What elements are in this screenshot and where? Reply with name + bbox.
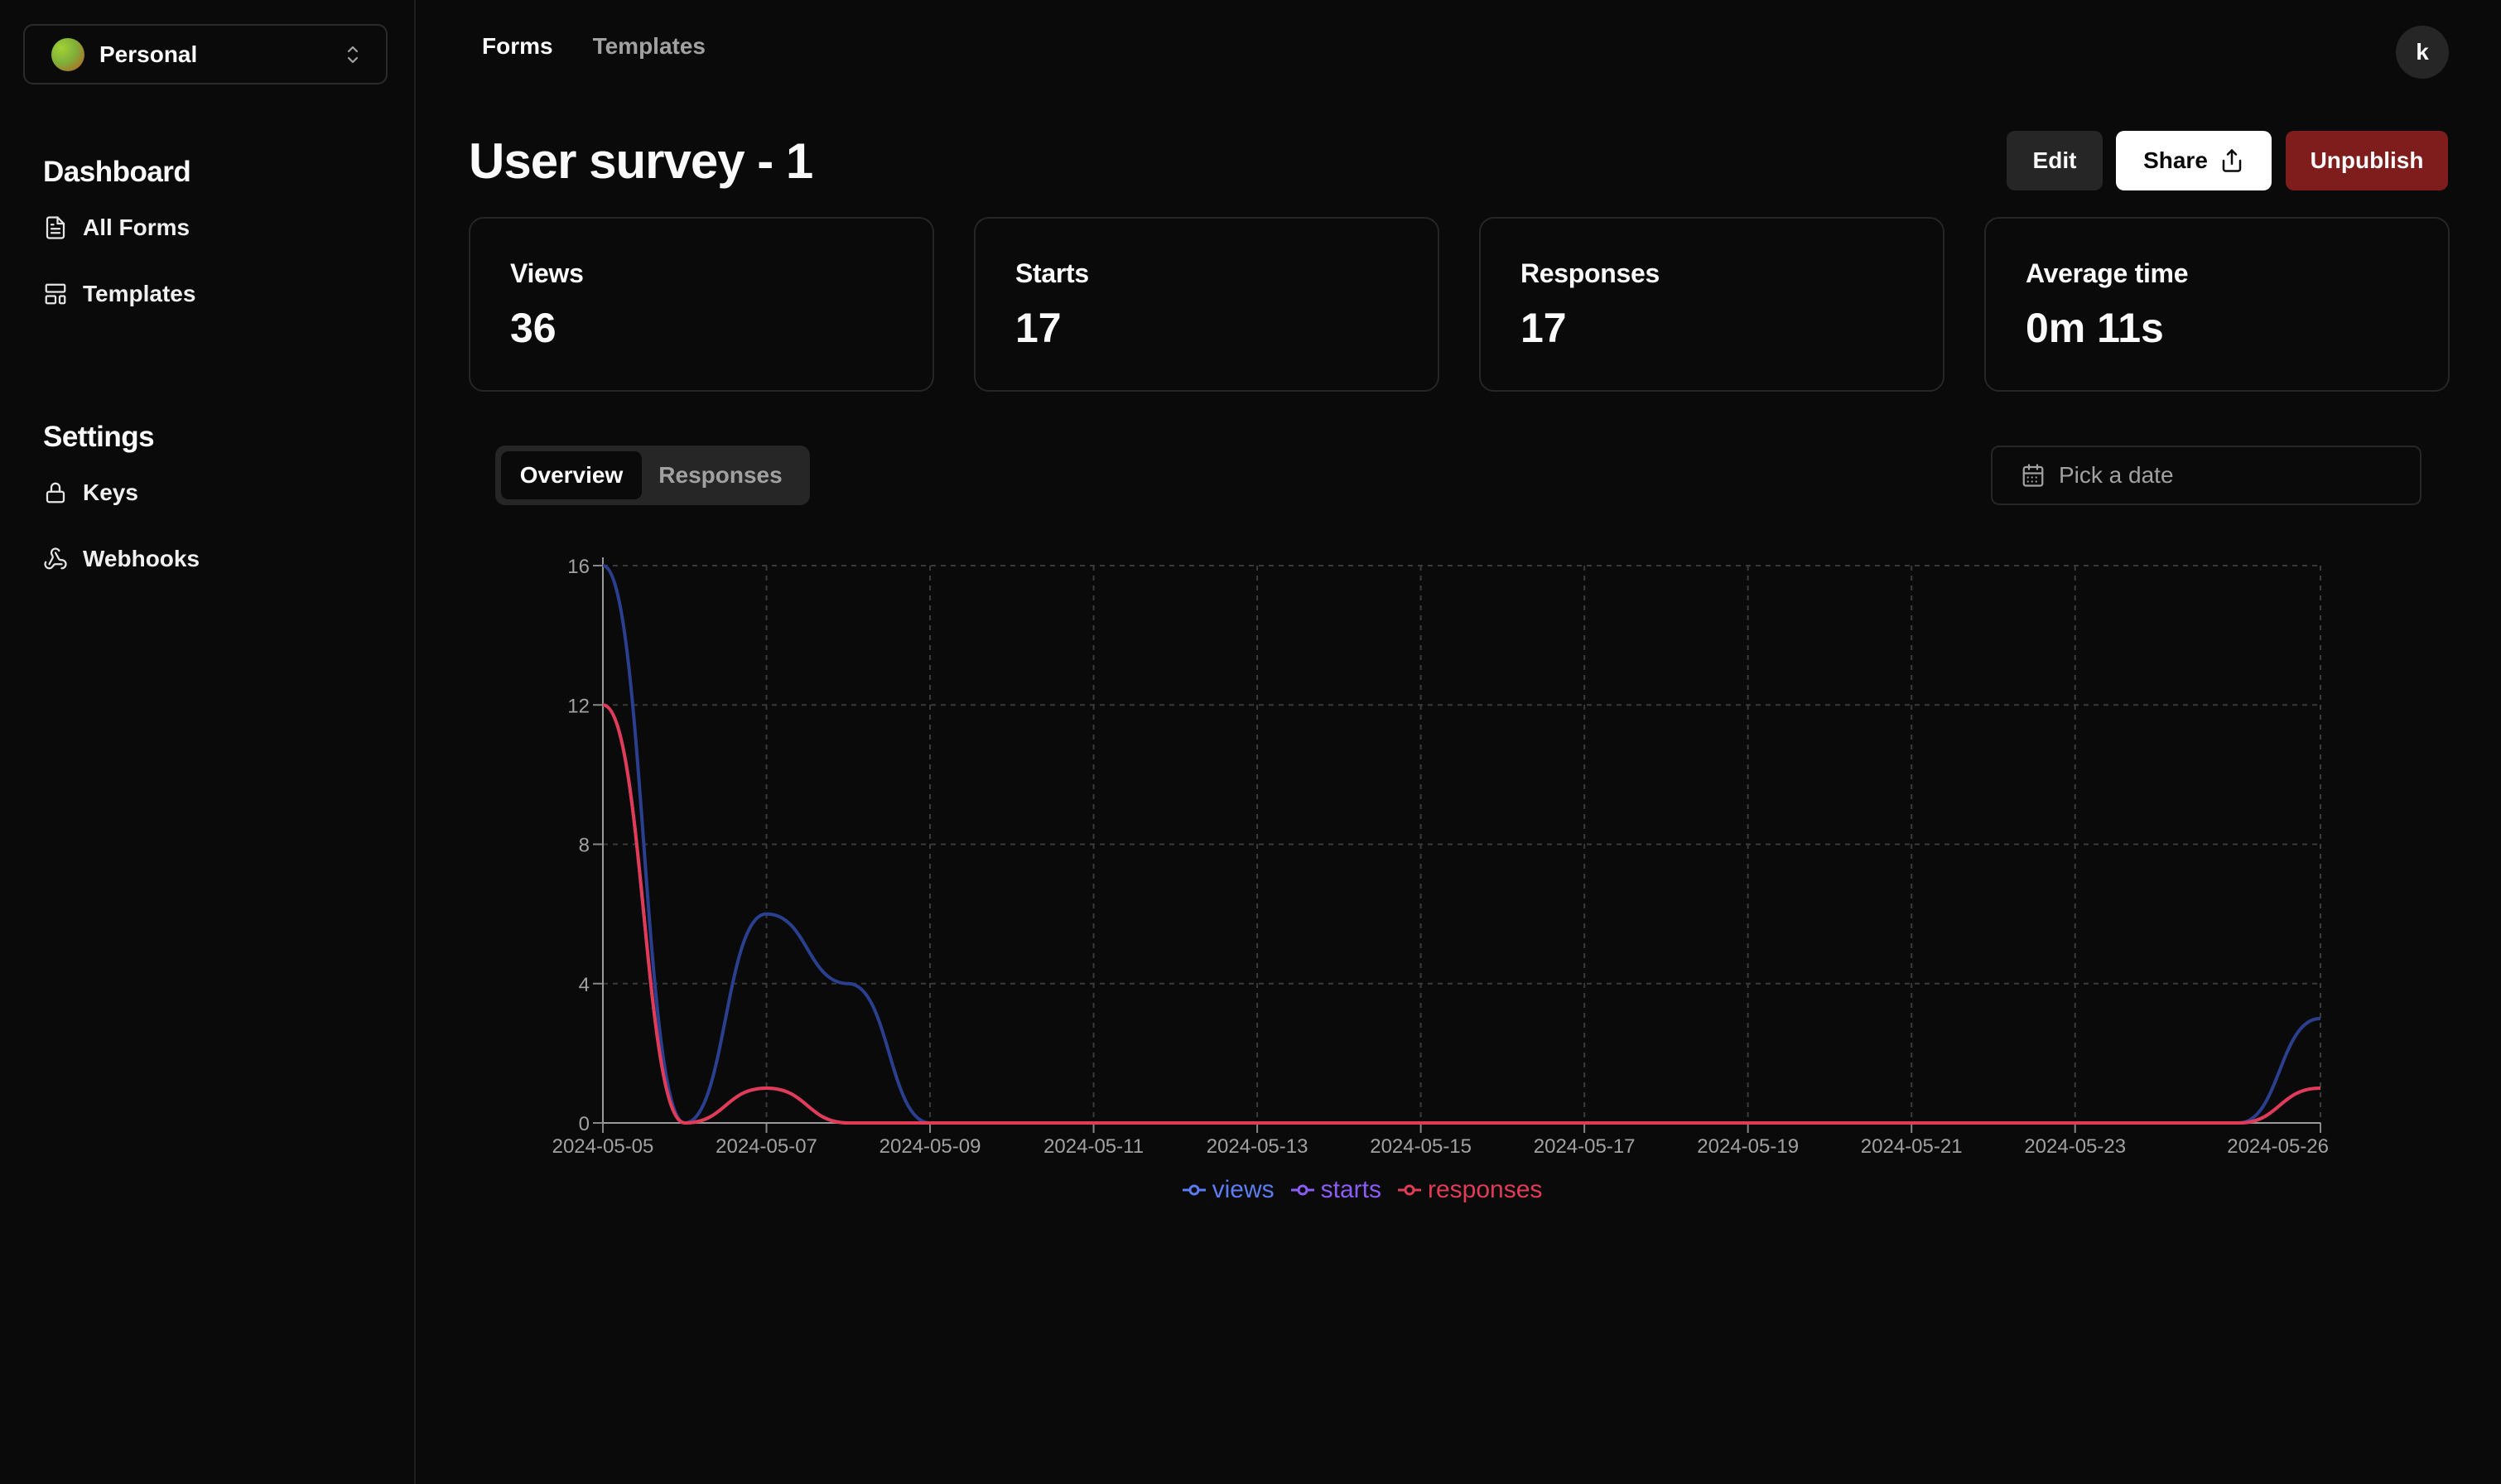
- sidebar-item-label: Keys: [83, 479, 138, 505]
- sidebar-item-templates[interactable]: Templates: [43, 273, 195, 315]
- y-tick-label: 12: [567, 695, 590, 717]
- chevron-up-down-icon: [347, 46, 359, 63]
- sidebar-item-label: All Forms: [83, 214, 190, 240]
- y-tick-label: 16: [567, 556, 590, 578]
- x-tick-label: 2024-05-17: [1534, 1135, 1636, 1158]
- y-tick-label: 8: [579, 835, 590, 857]
- stat-label: Starts: [1015, 258, 1089, 288]
- user-avatar[interactable]: k: [2396, 26, 2449, 79]
- x-tick-label: 2024-05-23: [2024, 1135, 2126, 1158]
- tab-responses[interactable]: Responses: [642, 451, 799, 499]
- stat-value: 0m 11s: [2026, 305, 2164, 351]
- series-line-responses: [602, 703, 2321, 1125]
- stat-value: 17: [1015, 305, 1062, 351]
- x-tick-label: 2024-05-15: [1370, 1135, 1472, 1158]
- workspace-name: Personal: [99, 41, 198, 67]
- stat-card-views: Views 36: [469, 217, 934, 392]
- stat-label: Average time: [2026, 258, 2189, 288]
- y-tick-label: 4: [579, 974, 590, 996]
- legend-item-starts[interactable]: starts: [1290, 1176, 1381, 1204]
- x-tick-label: 2024-05-07: [716, 1135, 817, 1158]
- calendar-icon: [2022, 464, 2044, 487]
- unpublish-button-label: Unpublish: [2310, 147, 2424, 173]
- webhook-icon: [44, 547, 67, 570]
- edit-button-label: Edit: [2032, 147, 2077, 173]
- nav-forms[interactable]: Forms: [482, 33, 553, 60]
- date-picker[interactable]: Pick a date: [1991, 446, 2421, 505]
- lock-icon: [46, 482, 65, 504]
- date-picker-placeholder: Pick a date: [2059, 462, 2174, 488]
- stat-label: Views: [510, 258, 584, 288]
- document-icon: [46, 216, 65, 239]
- sidebar-item-webhooks[interactable]: Webhooks: [43, 538, 200, 580]
- stat-card-average-time: Average time 0m 11s: [1984, 217, 2450, 392]
- legend-item-responses[interactable]: responses: [1397, 1176, 1543, 1204]
- x-tick-label: 2024-05-05: [552, 1135, 654, 1158]
- settings-title: Settings: [43, 421, 155, 453]
- nav-templates[interactable]: Templates: [593, 33, 706, 60]
- dashboard-section: Dashboard All Forms Templates: [43, 156, 195, 315]
- x-tick-label: 2024-05-21: [1861, 1135, 1963, 1158]
- sidebar-item-label: Templates: [83, 281, 196, 306]
- x-tick-label: 2024-05-19: [1697, 1135, 1799, 1158]
- share-icon: [2222, 149, 2242, 172]
- y-tick-label: 0: [579, 1113, 590, 1135]
- unpublish-button[interactable]: Unpublish: [2286, 131, 2448, 190]
- view-tabs: Overview Responses: [495, 446, 810, 505]
- stat-value: 36: [510, 305, 557, 351]
- legend-marker-icon: [1397, 1184, 1421, 1196]
- sidebar: Personal Dashboard All Forms Templates S…: [0, 0, 416, 1484]
- workspace-avatar: [51, 37, 84, 71]
- stat-card-responses: Responses 17: [1479, 217, 1944, 392]
- legend-marker-icon: [1290, 1184, 1314, 1196]
- x-tick-label: 2024-05-13: [1207, 1135, 1308, 1158]
- page-title: User survey - 1: [469, 133, 813, 189]
- sidebar-item-all-forms[interactable]: All Forms: [43, 207, 195, 248]
- workspace-switcher[interactable]: Personal: [23, 24, 388, 84]
- series-line-starts: [602, 703, 2321, 1125]
- x-tick-label: 2024-05-09: [879, 1135, 981, 1158]
- sidebar-item-label: Webhooks: [83, 546, 200, 571]
- app: Personal Dashboard All Forms Templates S…: [0, 0, 2501, 1484]
- settings-section: Settings Keys Webhooks: [43, 421, 200, 580]
- edit-button[interactable]: Edit: [2007, 131, 2103, 190]
- legend-label: views: [1212, 1176, 1275, 1203]
- legend-label: starts: [1320, 1176, 1381, 1203]
- stat-label: Responses: [1520, 258, 1660, 288]
- dashboard-title: Dashboard: [43, 156, 191, 188]
- stat-value: 17: [1520, 305, 1567, 351]
- x-tick-label: 2024-05-11: [1043, 1135, 1144, 1158]
- legend-marker-icon: [1182, 1184, 1206, 1196]
- share-button[interactable]: Share: [2116, 131, 2272, 190]
- template-icon: [45, 283, 66, 305]
- share-button-label: Share: [2143, 147, 2208, 173]
- legend-item-views[interactable]: views: [1182, 1176, 1275, 1204]
- legend-label: responses: [1427, 1176, 1543, 1203]
- x-tick-label: 2024-05-26: [2227, 1135, 2329, 1158]
- sidebar-item-keys[interactable]: Keys: [43, 472, 200, 513]
- series-line-views: [602, 564, 2321, 1125]
- stat-card-starts: Starts 17: [974, 217, 1439, 392]
- top-nav: Forms Templates: [482, 33, 706, 60]
- tab-overview[interactable]: Overview: [501, 451, 642, 499]
